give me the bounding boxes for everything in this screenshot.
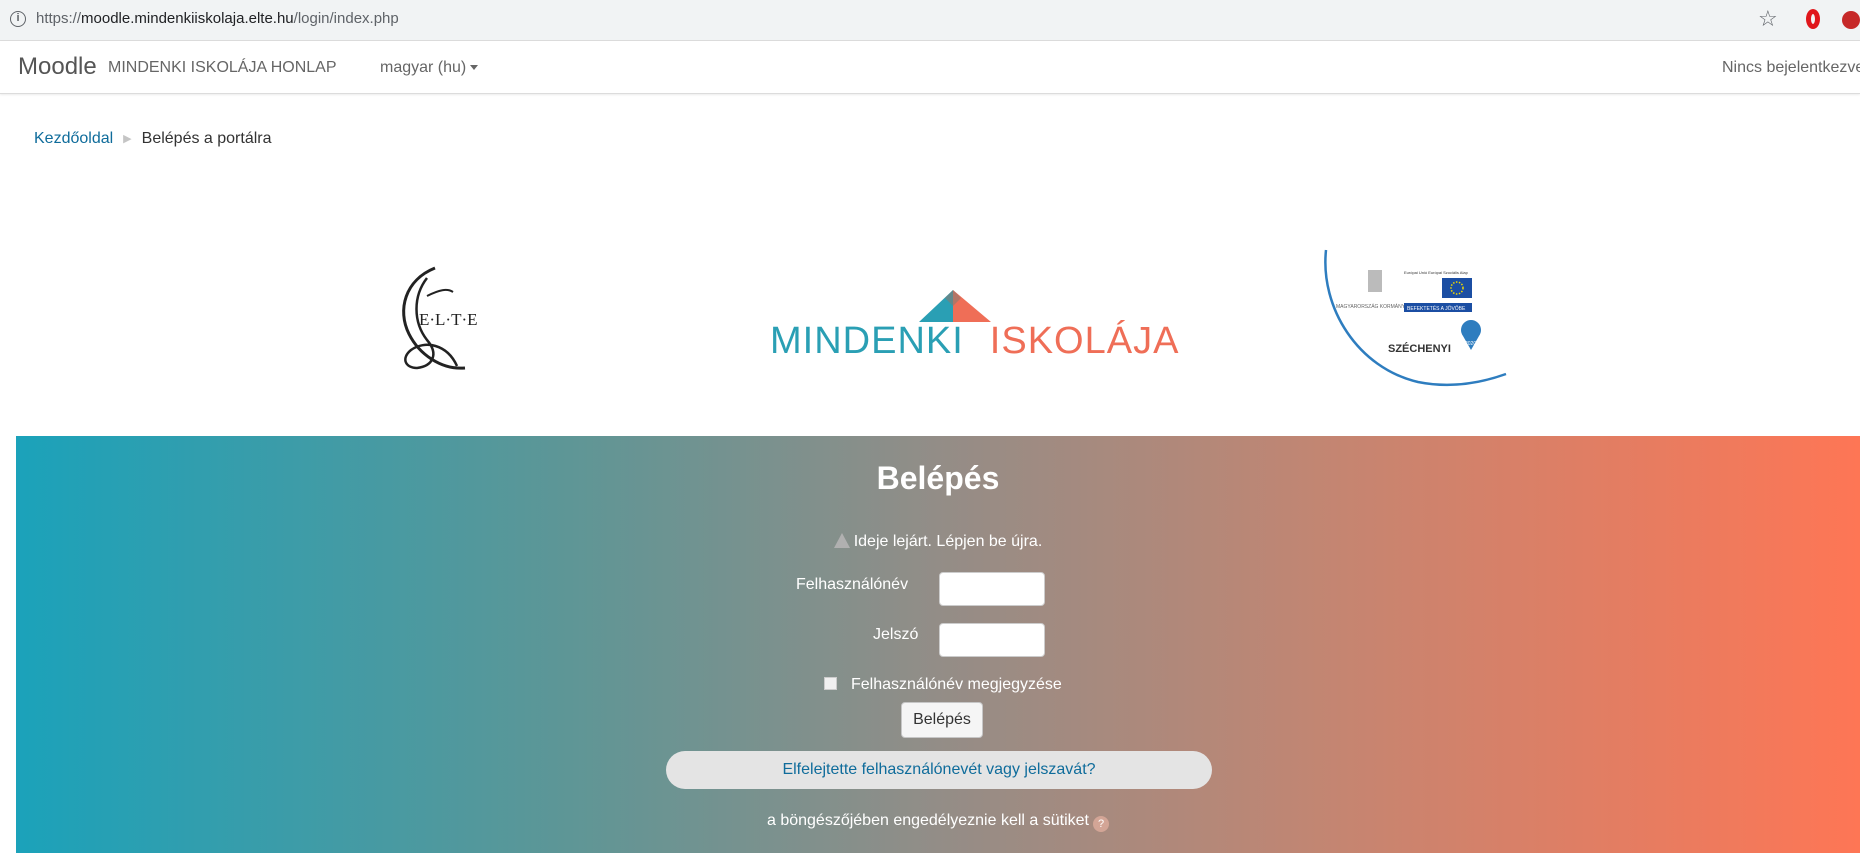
elte-logo-graphic: E·L·T·E: [402, 266, 478, 370]
language-menu[interactable]: magyar (hu): [380, 59, 479, 77]
login-status-text: Nincs bejelentkezve.: [1722, 59, 1860, 76]
login-panel: Belépés Ideje lejárt. Lépjen be újra. Fe…: [16, 436, 1860, 853]
remember-checkbox[interactable]: [824, 677, 837, 690]
mindenki-iskolaja-logo: MINDENKI ISKOLÁJA: [770, 290, 1178, 370]
bookmark-star-icon[interactable]: ☆: [1758, 8, 1778, 30]
warning-icon: [833, 533, 850, 548]
url-field[interactable]: https://moodle.mindenkiiskolaja.elte.hu/…: [36, 10, 399, 27]
eu-text: Európai Unió Európai Szociális Alap: [1404, 270, 1469, 275]
username-input[interactable]: [939, 572, 1045, 606]
moodle-brand-link[interactable]: Moodle: [18, 53, 97, 81]
cookies-notice: a böngészőjében engedélyeznie kell a süt…: [16, 812, 1860, 832]
forgot-password-link[interactable]: Elfelejtette felhasználónevét vagy jelsz…: [666, 751, 1212, 789]
help-icon[interactable]: ?: [1093, 816, 1109, 832]
login-title: Belépés: [876, 460, 1000, 496]
szechenyi-logo-graphic: MAGYARORSZÁG KORMÁNYA Európai Unió Európ…: [1324, 249, 1507, 387]
url-host: moodle.mindenkiiskolaja.elte.hu: [81, 10, 294, 27]
opera-extension-icon[interactable]: [1806, 9, 1820, 29]
password-label: Jelszó: [873, 626, 919, 643]
browser-address-bar: i https://moodle.mindenkiiskolaja.elte.h…: [0, 0, 1860, 41]
remember-label: Felhasználónév megjegyzése: [851, 676, 1062, 693]
username-label: Felhasználónév: [796, 576, 909, 593]
breadcrumb-current: Belépés a portálra: [141, 130, 272, 147]
language-label: magyar (hu): [380, 59, 467, 76]
mi-logo-word-2: ISKOLÁJA: [989, 320, 1180, 362]
mi-logo-word-1: MINDENKI: [770, 320, 964, 362]
warning-text: Ideje lejárt. Lépjen be újra.: [853, 533, 1043, 550]
cookies-notice-text: a böngészőjében engedélyeznie kell a süt…: [766, 812, 1089, 829]
remember-username[interactable]: Felhasználónév megjegyzése: [824, 676, 1062, 694]
login-button[interactable]: Belépés: [901, 702, 983, 738]
elte-logo-text: E·L·T·E: [419, 310, 478, 329]
szechenyi-text: SZÉCHENYI: [1388, 342, 1451, 355]
url-scheme: https://: [36, 10, 82, 27]
site-info-icon[interactable]: i: [10, 11, 26, 27]
session-expired-message: Ideje lejárt. Lépjen be újra.: [16, 533, 1860, 551]
breadcrumb: Kezdőoldal ▶ Belépés a portálra: [34, 130, 272, 148]
elte-logo: E·L·T·E: [395, 262, 505, 374]
szechenyi-year: 2020: [1465, 341, 1476, 347]
password-input[interactable]: [939, 623, 1045, 657]
breadcrumb-separator-icon: ▶: [123, 133, 132, 145]
extension-icon[interactable]: [1842, 11, 1860, 29]
url-path: /login/index.php: [293, 10, 399, 27]
hu-gov-text: MAGYARORSZÁG KORMÁNYA: [1336, 303, 1409, 310]
szechenyi-2020-logo: MAGYARORSZÁG KORMÁNYA Európai Unió Európ…: [1318, 248, 1518, 396]
eu-slogan-text: BEFEKTETÉS A JÖVŐBE: [1407, 305, 1466, 312]
mi-logo-text: MINDENKI ISKOLÁJA: [770, 320, 1179, 363]
nav-home-link[interactable]: MINDENKI ISKOLÁJA HONLAP: [108, 59, 337, 77]
caret-down-icon: [470, 65, 479, 71]
top-navbar: Moodle MINDENKI ISKOLÁJA HONLAP magyar (…: [0, 41, 1860, 94]
breadcrumb-home-link[interactable]: Kezdőoldal: [34, 130, 113, 147]
